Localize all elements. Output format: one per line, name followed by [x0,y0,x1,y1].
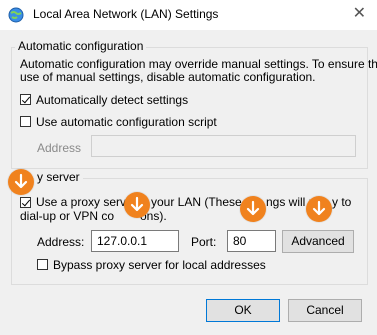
automatic-configuration-legend: Automatic configuration [15,39,147,53]
automatically-detect-settings-label[interactable]: Automatically detect settings [36,93,188,107]
title-bar: Local Area Network (LAN) Settings ✕ [0,0,377,30]
ok-button[interactable]: OK [206,299,280,322]
auto-config-description-line2: use of manual settings, disable automati… [20,70,316,84]
script-address-input[interactable] [91,135,356,157]
use-proxy-server-checkbox[interactable] [20,197,31,208]
script-address-label: Address [37,141,82,155]
bypass-proxy-checkbox[interactable] [37,259,48,270]
bypass-proxy-label[interactable]: Bypass proxy server for local addresses [53,258,266,272]
use-proxy-server-text-2a[interactable]: dial-up or VPN co [20,209,114,223]
automatically-detect-settings-checkbox[interactable] [20,94,31,105]
use-automatic-configuration-script-checkbox[interactable] [20,116,31,127]
network-globe-icon [8,7,24,23]
arrow-down-icon [306,196,332,222]
window-title: Local Area Network (LAN) Settings [33,7,219,21]
cancel-button[interactable]: Cancel [288,299,362,322]
proxy-port-input[interactable]: 80 [227,230,276,252]
arrow-down-icon [8,169,34,195]
proxy-address-input[interactable]: 127.0.0.1 [91,230,179,252]
proxy-address-label: Address: [37,235,85,249]
arrow-down-icon [124,192,150,218]
use-proxy-server-text-1a[interactable]: Use a proxy serve [36,195,133,209]
arrow-down-icon [240,196,266,222]
use-proxy-server-text-1d[interactable]: y to [332,195,351,209]
close-icon[interactable]: ✕ [353,4,366,24]
proxy-server-legend: y server [34,170,83,184]
proxy-port-label: Port: [191,235,217,249]
advanced-button[interactable]: Advanced [282,230,354,253]
use-automatic-configuration-script-label[interactable]: Use automatic configuration script [36,115,217,129]
